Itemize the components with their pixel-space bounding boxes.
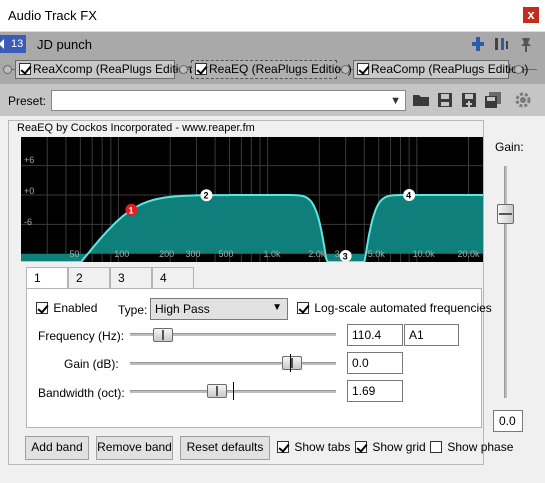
save-icon[interactable] — [436, 91, 454, 109]
show-grid-checkbox[interactable]: Show grid — [355, 440, 426, 454]
note-field[interactable]: A1 — [404, 324, 459, 346]
filter-type-select[interactable]: High Pass ▼ — [150, 298, 288, 320]
x-tick-label: 50 — [69, 249, 79, 259]
track-number-label: 13 — [11, 38, 24, 50]
track-name: JD punch — [37, 37, 92, 52]
save-as-icon[interactable] — [460, 91, 478, 109]
x-tick-label: 200 — [159, 249, 174, 259]
route-icon[interactable] — [469, 35, 487, 53]
x-tick-label: 1.0k — [263, 249, 281, 259]
type-label: Type: — [118, 303, 148, 317]
tab-band-2[interactable]: 2 — [68, 267, 110, 289]
fx-reacomp[interactable]: ReaComp (ReaPlugs Edition) — [353, 60, 528, 79]
fx-reaeq[interactable]: ReaEQ (ReaPlugs Edition) — [191, 60, 352, 79]
show-tabs-checkbox[interactable]: Show tabs — [277, 440, 350, 454]
add-band-button[interactable]: Add band — [25, 436, 89, 460]
gain-thumb[interactable] — [282, 356, 302, 370]
chain-node — [179, 65, 188, 74]
logscale-check[interactable] — [297, 302, 309, 314]
bandwidth-thumb[interactable] — [207, 384, 227, 398]
chain-node — [514, 65, 523, 74]
preset-dropdown[interactable]: ▼ — [51, 90, 406, 111]
track-header: 13 JD punch — [0, 32, 545, 56]
enabled-label: Enabled — [53, 301, 98, 315]
fx-label: ReaEQ (ReaPlugs Edition) — [209, 62, 352, 76]
enabled-checkbox[interactable]: Enabled — [36, 301, 97, 315]
show-tabs-label: Show tabs — [294, 440, 351, 454]
tab-band-1[interactable]: 1 — [26, 267, 68, 290]
x-tick-label: 500 — [219, 249, 234, 259]
tab-band-4[interactable]: 4 — [152, 267, 194, 289]
bandwidth-field[interactable]: 1.69 — [347, 380, 403, 402]
gain-label: Gain: — [495, 140, 524, 154]
y-tick-label: +0 — [24, 186, 34, 196]
remove-band-button[interactable]: Remove band — [96, 436, 173, 460]
chevron-down-icon: ▼ — [390, 95, 401, 107]
fx-reaxcomp[interactable]: ReaXcomp (ReaPlugs Edition) — [15, 60, 196, 79]
frequency-thumb[interactable] — [153, 328, 173, 342]
master-gain-thumb[interactable] — [497, 204, 514, 224]
bandwidth-default-tick — [233, 382, 234, 400]
fx-enable-checkbox[interactable] — [357, 63, 369, 75]
band-handle-label: 4 — [406, 191, 411, 201]
preset-bar: Preset: ▼ — [0, 84, 545, 116]
close-button[interactable]: x — [523, 7, 539, 23]
show-phase-label: Show phase — [447, 440, 514, 454]
pin-icon[interactable] — [517, 35, 535, 53]
window-title: Audio Track FX — [8, 8, 97, 23]
gain-slider[interactable] — [130, 362, 336, 365]
show-grid-check[interactable] — [355, 441, 367, 453]
reset-defaults-button[interactable]: Reset defaults — [180, 436, 270, 460]
fx-enable-checkbox[interactable] — [19, 63, 31, 75]
logscale-label: Log-scale automated frequencies — [314, 301, 492, 315]
band-handle-label: 1 — [128, 205, 133, 215]
tab-band-3[interactable]: 3 — [110, 267, 152, 289]
x-tick-label: 10.0k — [413, 249, 436, 259]
x-tick-label: 2.0k — [308, 249, 326, 259]
preset-label: Preset: — [8, 94, 47, 108]
frequency-label: Frequency (Hz): — [38, 329, 125, 343]
show-phase-check[interactable] — [430, 441, 442, 453]
folder-icon[interactable] — [412, 91, 430, 109]
show-tabs-check[interactable] — [277, 441, 289, 453]
enabled-check[interactable] — [36, 302, 48, 314]
gear-icon[interactable] — [514, 91, 532, 109]
chain-node — [3, 65, 12, 74]
show-grid-label: Show grid — [372, 440, 426, 454]
gain-default-tick — [290, 354, 291, 372]
y-tick-label: -6 — [24, 217, 32, 227]
gain-db-label: Gain (dB): — [64, 357, 119, 371]
logscale-checkbox[interactable]: Log-scale automated frequencies — [297, 301, 492, 315]
fx-enable-checkbox[interactable] — [195, 63, 207, 75]
x-tick-label: 20.0k — [458, 249, 481, 259]
x-tick-label: 5.0k — [368, 249, 386, 259]
chain-node — [341, 65, 350, 74]
y-tick-label: +6 — [24, 155, 34, 165]
x-tick-label: 100 — [114, 249, 129, 259]
plugin-title: ReaEQ by Cockos Incorporated - www.reape… — [17, 122, 255, 134]
x-tick-label: 300 — [185, 249, 200, 259]
track-number[interactable]: 13 — [0, 35, 26, 53]
band-handle-label: 3 — [343, 252, 348, 262]
fx-chain: ReaXcomp (ReaPlugs Edition) ReaEQ (ReaPl… — [0, 56, 545, 84]
title-bar: Audio Track FX x — [0, 0, 545, 32]
chevron-down-icon: ▼ — [272, 302, 282, 313]
mixer-icon[interactable] — [492, 35, 510, 53]
frequency-field[interactable]: 110.4 — [347, 324, 403, 346]
master-gain-field[interactable]: 0.0 — [493, 410, 523, 432]
eq-graph[interactable]: +6+0-6501002003005001.0k2.0k3.0k5.0k10.0… — [21, 137, 483, 262]
filter-type-value: High Pass — [155, 302, 210, 316]
band-handle-label: 2 — [203, 191, 208, 201]
bandwidth-label: Bandwidth (oct): — [38, 386, 125, 400]
fx-label: ReaXcomp (ReaPlugs Edition) — [33, 62, 196, 76]
fx-label: ReaComp (ReaPlugs Edition) — [371, 62, 529, 76]
master-gain-slider[interactable] — [504, 166, 507, 398]
presets-icon[interactable] — [484, 91, 502, 109]
gain-field[interactable]: 0.0 — [347, 352, 403, 374]
show-phase-checkbox[interactable]: Show phase — [430, 440, 513, 454]
